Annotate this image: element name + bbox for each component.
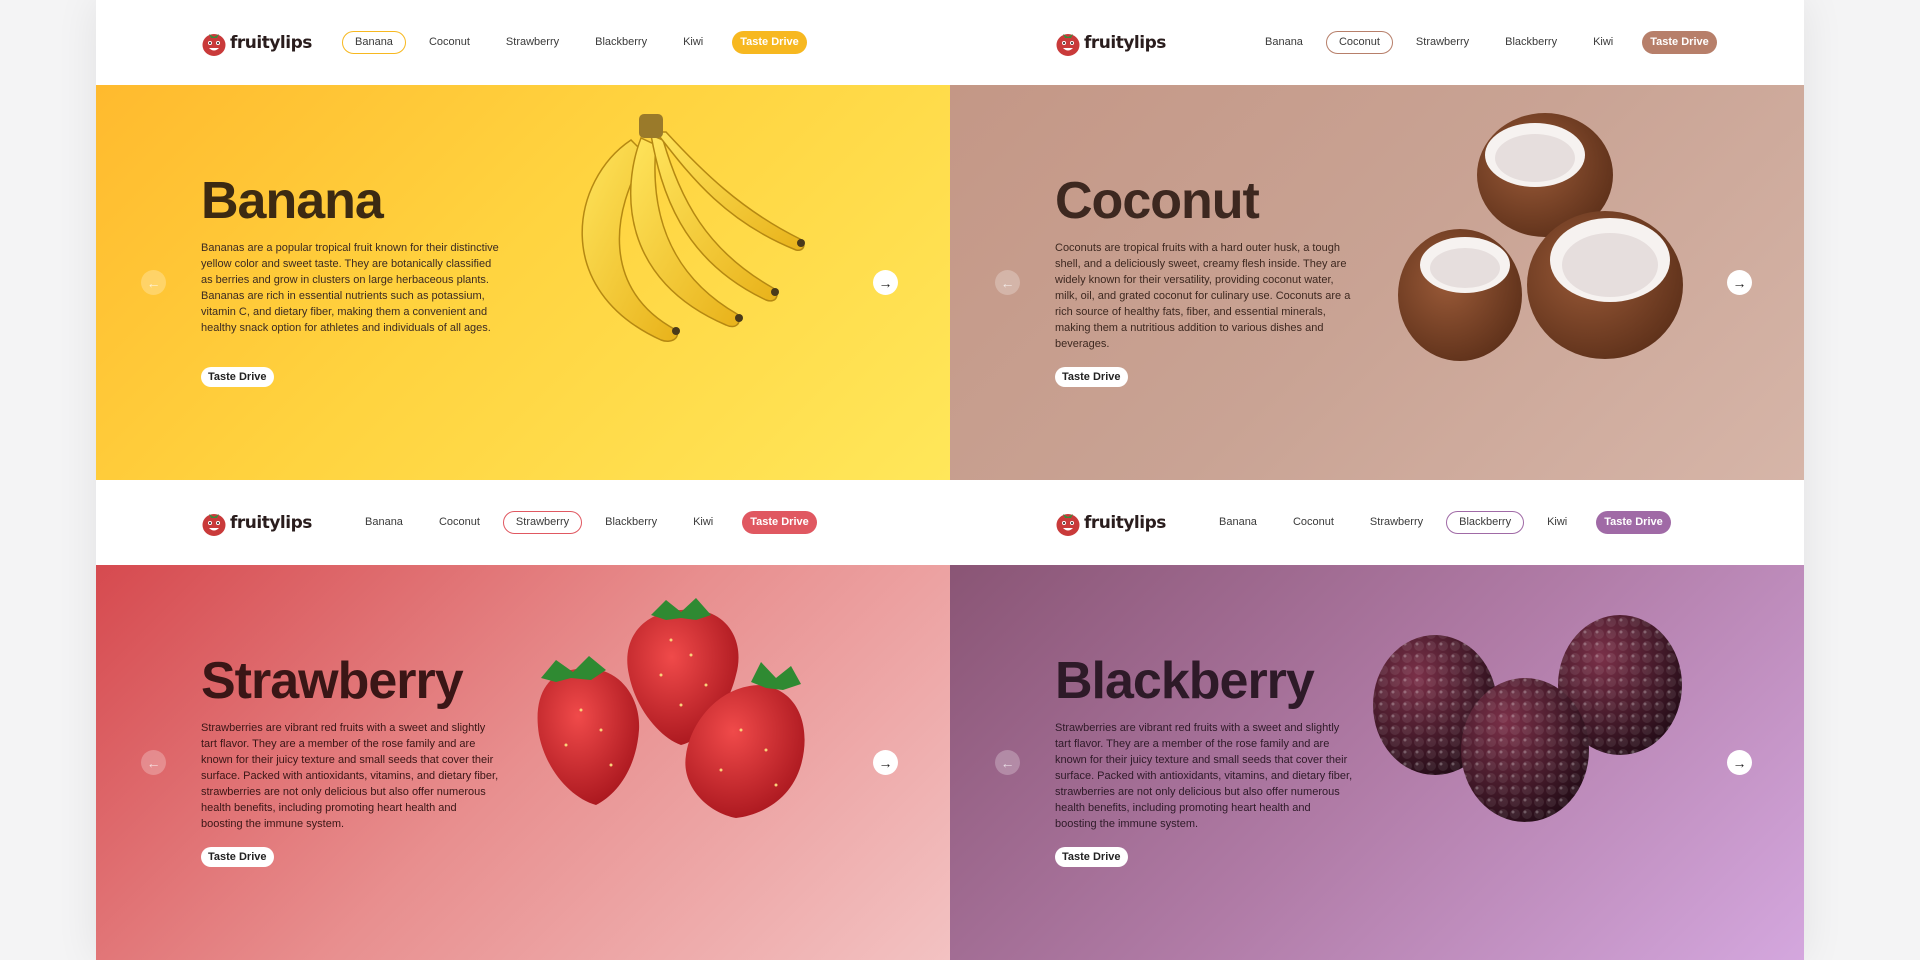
prev-slide-button[interactable]: ←: [995, 270, 1020, 295]
tomato-face-logo-icon: [1056, 514, 1080, 536]
arrow-right-icon: →: [878, 274, 893, 291]
panel-coconut: fruitylips Banana Coconut Strawberry Bla…: [950, 0, 1804, 480]
nav-taste-drive-button[interactable]: Taste Drive: [742, 511, 817, 534]
navbar: fruitylips Banana Coconut Strawberry Bla…: [950, 480, 1804, 565]
nav-taste-drive-button[interactable]: Taste Drive: [732, 31, 807, 54]
taste-drive-button[interactable]: Taste Drive: [201, 367, 274, 387]
nav-item-banana[interactable]: Banana: [1252, 31, 1316, 54]
hero-description: Coconuts are tropical fruits with a hard…: [1055, 242, 1351, 350]
arrow-right-icon: →: [1732, 274, 1747, 291]
main-menu: Banana Coconut Strawberry Blackberry Kiw…: [1206, 511, 1671, 534]
nav-item-blackberry[interactable]: Blackberry: [1446, 511, 1525, 534]
nav-item-banana[interactable]: Banana: [352, 511, 416, 534]
nav-item-kiwi[interactable]: Kiwi: [670, 31, 716, 54]
hero-title: Coconut: [1055, 172, 1260, 230]
taste-drive-button[interactable]: Taste Drive: [201, 847, 274, 867]
brand-logo[interactable]: fruitylips: [1055, 508, 1166, 538]
brand-logo[interactable]: fruitylips: [201, 28, 312, 58]
nav-item-coconut[interactable]: Coconut: [1325, 31, 1393, 54]
prev-slide-button[interactable]: ←: [141, 270, 166, 295]
next-slide-button[interactable]: →: [873, 270, 898, 295]
tomato-face-logo-icon: [202, 514, 226, 536]
blackberry-image: [1365, 580, 1685, 850]
hero-description: Strawberries are vibrant red fruits with…: [201, 722, 499, 830]
banana-image: [511, 100, 831, 370]
tomato-face-logo-icon: [202, 34, 226, 56]
brand-name: fruitylips: [230, 513, 312, 533]
brand-logo[interactable]: fruitylips: [1055, 28, 1166, 58]
navbar: fruitylips Banana Coconut Strawberry Bla…: [96, 0, 950, 85]
hero-description: Bananas are a popular tropical fruit kno…: [201, 242, 499, 334]
nav-item-blackberry[interactable]: Blackberry: [582, 31, 660, 54]
nav-item-blackberry[interactable]: Blackberry: [592, 511, 670, 534]
arrow-right-icon: →: [1732, 754, 1747, 771]
main-menu: Banana Coconut Strawberry Blackberry Kiw…: [352, 511, 817, 534]
tomato-face-logo-icon: [1056, 34, 1080, 56]
hero-description: Strawberries are vibrant red fruits with…: [1055, 722, 1353, 830]
arrow-left-icon: ←: [1000, 274, 1015, 291]
hero-title: Blackberry: [1055, 652, 1315, 710]
arrow-left-icon: ←: [146, 754, 161, 771]
main-menu: Banana Coconut Strawberry Blackberry Kiw…: [1252, 31, 1717, 54]
nav-item-strawberry[interactable]: Strawberry: [1403, 31, 1482, 54]
coconut-image: [1365, 100, 1685, 370]
design-board: fruitylips Banana Coconut Strawberry Bla…: [96, 0, 1804, 960]
nav-item-kiwi[interactable]: Kiwi: [680, 511, 726, 534]
next-slide-button[interactable]: →: [1727, 750, 1752, 775]
nav-item-blackberry[interactable]: Blackberry: [1492, 31, 1570, 54]
navbar: fruitylips Banana Coconut Strawberry Bla…: [96, 480, 950, 565]
next-slide-button[interactable]: →: [1727, 270, 1752, 295]
brand-name: fruitylips: [230, 33, 312, 53]
navbar: fruitylips Banana Coconut Strawberry Bla…: [950, 0, 1804, 85]
strawberry-image: [511, 580, 831, 850]
taste-drive-button[interactable]: Taste Drive: [1055, 847, 1128, 867]
hero-banana: Banana Bananas are a popular tropical fr…: [96, 85, 950, 480]
panel-strawberry: fruitylips Banana Coconut Strawberry Bla…: [96, 480, 950, 960]
hero-strawberry: Strawberry Strawberries are vibrant red …: [96, 565, 950, 960]
nav-item-coconut[interactable]: Coconut: [416, 31, 483, 54]
nav-item-coconut[interactable]: Coconut: [1280, 511, 1347, 534]
brand-logo[interactable]: fruitylips: [201, 508, 312, 538]
nav-item-kiwi[interactable]: Kiwi: [1580, 31, 1626, 54]
taste-drive-button[interactable]: Taste Drive: [1055, 367, 1128, 387]
hero-blackberry: Blackberry Strawberries are vibrant red …: [950, 565, 1804, 960]
arrow-left-icon: ←: [146, 274, 161, 291]
hero-coconut: Coconut Coconuts are tropical fruits wit…: [950, 85, 1804, 480]
nav-item-strawberry[interactable]: Strawberry: [493, 31, 572, 54]
nav-item-strawberry[interactable]: Strawberry: [1357, 511, 1436, 534]
nav-taste-drive-button[interactable]: Taste Drive: [1642, 31, 1717, 54]
brand-name: fruitylips: [1084, 33, 1166, 53]
prev-slide-button[interactable]: ←: [995, 750, 1020, 775]
hero-title: Strawberry: [201, 652, 464, 710]
panel-blackberry: fruitylips Banana Coconut Strawberry Bla…: [950, 480, 1804, 960]
panel-banana: fruitylips Banana Coconut Strawberry Bla…: [96, 0, 950, 480]
nav-item-kiwi[interactable]: Kiwi: [1534, 511, 1580, 534]
nav-item-banana[interactable]: Banana: [342, 31, 406, 54]
nav-item-strawberry[interactable]: Strawberry: [502, 511, 583, 534]
nav-item-coconut[interactable]: Coconut: [426, 511, 493, 534]
prev-slide-button[interactable]: ←: [141, 750, 166, 775]
main-menu: Banana Coconut Strawberry Blackberry Kiw…: [342, 31, 807, 54]
arrow-right-icon: →: [878, 754, 893, 771]
brand-name: fruitylips: [1084, 513, 1166, 533]
nav-item-banana[interactable]: Banana: [1206, 511, 1270, 534]
next-slide-button[interactable]: →: [873, 750, 898, 775]
hero-title: Banana: [201, 172, 384, 230]
arrow-left-icon: ←: [1000, 754, 1015, 771]
nav-taste-drive-button[interactable]: Taste Drive: [1596, 511, 1671, 534]
